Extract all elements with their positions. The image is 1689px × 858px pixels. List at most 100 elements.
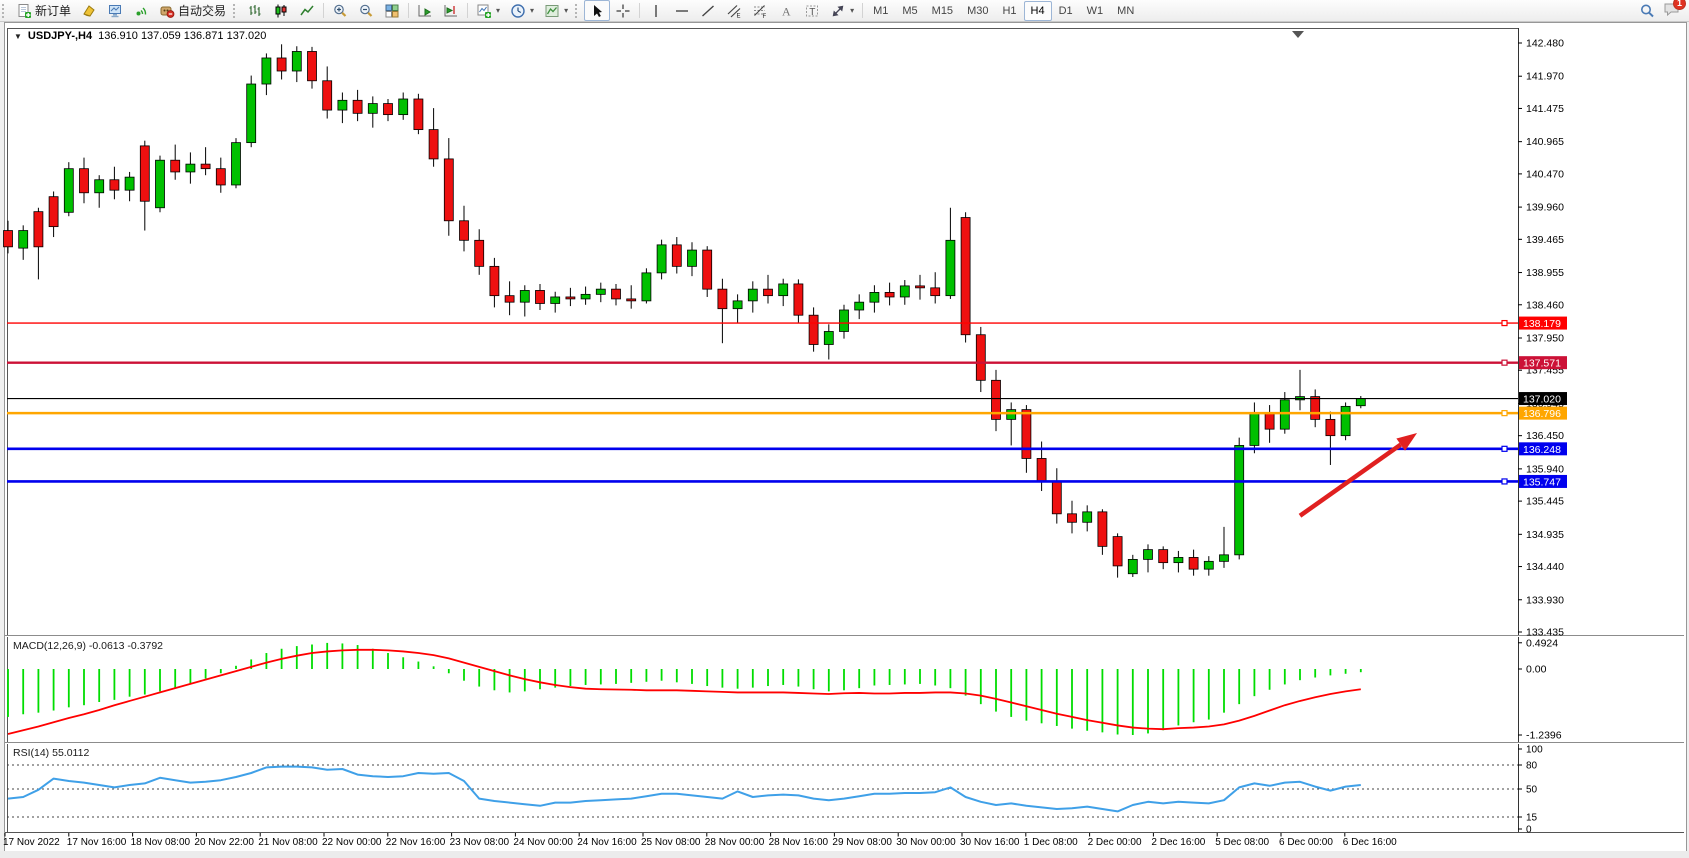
candle-body xyxy=(779,284,788,296)
candle-body xyxy=(1220,555,1229,562)
candle-body xyxy=(171,160,180,172)
candle-body xyxy=(885,292,894,297)
price-tick-label: 141.970 xyxy=(1526,71,1564,83)
candle-body xyxy=(672,245,681,266)
line-handle[interactable] xyxy=(1502,321,1507,326)
candle-body xyxy=(1235,445,1244,554)
line-handle[interactable] xyxy=(1502,446,1507,451)
chart-shift-marker[interactable] xyxy=(1292,31,1304,38)
candle-body xyxy=(931,288,940,296)
price-badge-label: 136.796 xyxy=(1523,408,1561,420)
candle-body xyxy=(262,58,271,84)
candle-body xyxy=(1326,419,1335,435)
rsi-tick-label: 50 xyxy=(1526,785,1538,796)
price-tick-label: 134.935 xyxy=(1526,529,1564,541)
line-handle[interactable] xyxy=(1502,360,1507,365)
candle-body xyxy=(718,289,727,309)
time-label: 30 Nov 16:00 xyxy=(960,837,1020,848)
candle-body xyxy=(536,290,545,303)
candle-body xyxy=(475,240,484,266)
price-tick-label: 141.475 xyxy=(1526,103,1564,115)
macd-tick-label: 0.4924 xyxy=(1526,637,1558,649)
price-tick-label: 135.940 xyxy=(1526,463,1564,475)
candle-body xyxy=(1037,458,1046,481)
candle-body xyxy=(1052,481,1061,514)
line-handle[interactable] xyxy=(1502,479,1507,484)
time-label: 17 Nov 16:00 xyxy=(67,837,127,848)
time-label: 20 Nov 22:00 xyxy=(194,837,254,848)
candle-body xyxy=(840,310,849,331)
rsi-tick-label: 0 xyxy=(1526,825,1532,836)
time-label: 29 Nov 08:00 xyxy=(832,837,892,848)
price-tick-label: 137.950 xyxy=(1526,332,1564,344)
candle-body xyxy=(4,231,13,247)
macd-tick-label: 0.00 xyxy=(1526,664,1547,676)
time-label: 28 Nov 16:00 xyxy=(769,837,829,848)
candle-body xyxy=(976,335,985,381)
candle-body xyxy=(1159,550,1168,563)
candle-body xyxy=(1356,399,1365,406)
candle-body xyxy=(460,221,469,241)
candle-body xyxy=(505,296,514,303)
candle-body xyxy=(566,297,575,299)
candle-body xyxy=(444,159,453,221)
time-label: 2 Dec 16:00 xyxy=(1151,837,1205,848)
candle-body xyxy=(201,164,210,169)
candle-body xyxy=(323,81,332,110)
time-label: 24 Nov 00:00 xyxy=(513,837,573,848)
candle-body xyxy=(156,160,165,208)
rsi-tick-label: 100 xyxy=(1526,745,1543,756)
candle-body xyxy=(384,104,393,115)
candle-body xyxy=(368,104,377,114)
time-label: 30 Nov 00:00 xyxy=(896,837,956,848)
candle-body xyxy=(824,331,833,344)
candle-body xyxy=(429,130,438,159)
candle-body xyxy=(64,169,73,213)
candle-body xyxy=(34,212,43,247)
candle-body xyxy=(80,169,89,193)
candle-body xyxy=(596,289,605,294)
macd-tick-label: -1.2396 xyxy=(1526,730,1562,742)
candle-body xyxy=(764,289,773,296)
candle-body xyxy=(49,197,58,227)
candle-body xyxy=(308,51,317,80)
candle-body xyxy=(186,164,195,172)
time-label: 1 Dec 08:00 xyxy=(1024,837,1078,848)
chart-canvas[interactable]: 142.480141.970141.475140.965140.470139.9… xyxy=(0,0,1689,858)
candle-body xyxy=(1144,550,1153,560)
candle-body xyxy=(338,100,347,110)
candle-body xyxy=(140,146,149,201)
candle-body xyxy=(277,58,286,71)
candle-body xyxy=(353,100,362,113)
candle-body xyxy=(247,84,256,143)
candle-body xyxy=(110,180,119,190)
candle-body xyxy=(748,289,757,301)
time-label: 22 Nov 16:00 xyxy=(386,837,446,848)
candle-body xyxy=(1204,561,1213,569)
price-tick-label: 139.465 xyxy=(1526,234,1564,246)
candle-body xyxy=(657,245,666,273)
candle-body xyxy=(1341,406,1350,435)
candle-body xyxy=(1280,400,1289,429)
line-handle[interactable] xyxy=(1502,411,1507,416)
candle-body xyxy=(870,292,879,302)
price-tick-label: 133.930 xyxy=(1526,594,1564,606)
time-label: 23 Nov 08:00 xyxy=(450,837,510,848)
price-tick-label: 138.955 xyxy=(1526,267,1564,279)
rsi-tick-label: 80 xyxy=(1526,761,1538,772)
price-badge-label: 137.571 xyxy=(1523,358,1561,370)
candle-body xyxy=(95,180,104,193)
price-badge-label: 136.248 xyxy=(1523,444,1561,456)
price-tick-label: 142.480 xyxy=(1526,38,1564,50)
candle-body xyxy=(1083,512,1092,522)
candle-body xyxy=(1311,397,1320,420)
time-label: 5 Dec 08:00 xyxy=(1215,837,1269,848)
candle-body xyxy=(292,51,301,71)
price-tick-label: 135.445 xyxy=(1526,496,1564,508)
candle-body xyxy=(1189,557,1198,569)
candle-body xyxy=(19,231,28,249)
window-bottom-strip xyxy=(0,851,1689,858)
time-label: 6 Dec 00:00 xyxy=(1279,837,1333,848)
candle-body xyxy=(809,315,818,344)
macd-signal-line xyxy=(8,650,1361,734)
